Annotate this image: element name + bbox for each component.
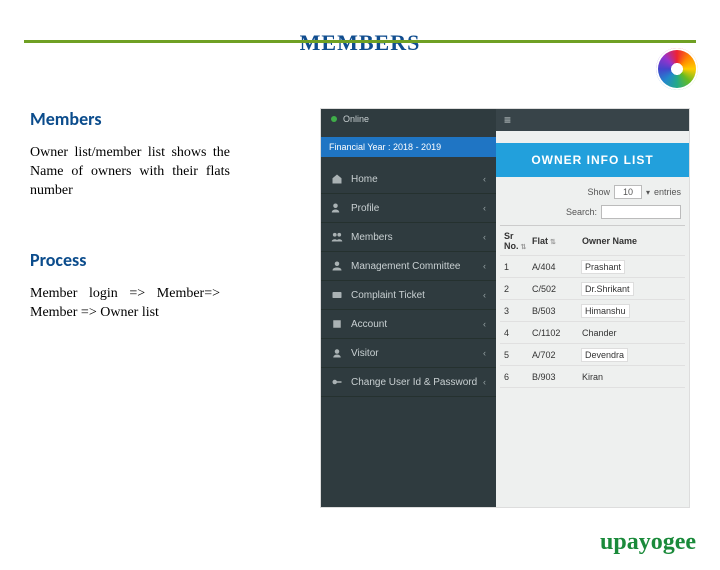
sidebar-item-label: Home: [351, 174, 378, 185]
hamburger-icon[interactable]: ≡: [504, 113, 511, 127]
sidebar-item-label: Change User Id & Password: [351, 377, 477, 388]
main-panel: ≡ OWNER INFO LIST Show 10 ▾ entries Sear…: [496, 109, 689, 507]
online-label: Online: [343, 114, 369, 124]
sidebar-item-management-committee[interactable]: Management Committee ‹: [321, 252, 496, 281]
sidebar-item-label: Complaint Ticket: [351, 290, 425, 301]
sidebar-item-visitor[interactable]: Visitor ‹: [321, 339, 496, 368]
chevron-left-icon: ‹: [483, 261, 486, 271]
cell-flat: B/503: [532, 306, 582, 316]
chevron-left-icon: ‹: [483, 348, 486, 358]
cell-sr: 6: [504, 372, 532, 382]
chevron-left-icon: ‹: [483, 290, 486, 300]
sidebar-item-label: Account: [351, 319, 387, 330]
table-row: 5 A/702 Devendra: [500, 344, 685, 366]
home-icon: [331, 173, 343, 185]
table-row: 2 C/502 Dr.Shrikant: [500, 278, 685, 300]
table-row: 3 B/503 Himanshu: [500, 300, 685, 322]
sidebar-item-account[interactable]: Account ‹: [321, 310, 496, 339]
sidebar-item-members[interactable]: Members ‹: [321, 223, 496, 252]
online-dot-icon: [331, 116, 337, 122]
sidebar-item-complaint-ticket[interactable]: Complaint Ticket ‹: [321, 281, 496, 310]
members-icon: [331, 231, 343, 243]
sort-icon: ⇅: [521, 244, 527, 251]
sidebar-item-label: Members: [351, 232, 393, 243]
dropdown-icon: ▾: [646, 188, 650, 197]
cell-owner: Kiran: [582, 372, 681, 382]
heading-process: Process: [30, 249, 260, 271]
key-icon: [331, 376, 343, 388]
cell-owner: Devendra: [582, 349, 681, 361]
cell-flat: C/502: [532, 284, 582, 294]
cell-owner: Himanshu: [582, 305, 681, 317]
app-screenshot: Online Financial Year : 2018 - 2019 Home…: [320, 108, 690, 508]
entries-label: entries: [654, 187, 681, 197]
cell-sr: 1: [504, 262, 532, 272]
left-column: Members Owner list/member list shows the…: [30, 108, 260, 322]
heading-members: Members: [30, 108, 260, 130]
page-title: MEMBERS: [0, 30, 720, 56]
sidebar-item-label: Profile: [351, 203, 379, 214]
table-header-row: Sr No.⇅ Flat⇅ Owner Name: [500, 226, 685, 256]
entries-select[interactable]: 10: [614, 185, 642, 199]
topbar: ≡: [496, 109, 689, 131]
online-status: Online: [321, 109, 496, 129]
sort-icon: ⇅: [550, 239, 556, 246]
cell-flat: B/903: [532, 372, 582, 382]
brand-logo-icon: [656, 48, 698, 90]
col-flat[interactable]: Flat⇅: [532, 236, 582, 246]
sidebar-item-label: Visitor: [351, 348, 379, 359]
financial-year-banner: Financial Year : 2018 - 2019: [321, 137, 496, 157]
cell-flat: C/1102: [532, 328, 582, 338]
cell-flat: A/404: [532, 262, 582, 272]
sidebar-item-profile[interactable]: Profile ‹: [321, 194, 496, 223]
owner-info-banner: OWNER INFO LIST: [496, 143, 689, 177]
sidebar-item-home[interactable]: Home ‹: [321, 165, 496, 194]
visitor-icon: [331, 347, 343, 359]
top-divider: [24, 40, 696, 43]
cell-owner: Chander: [582, 328, 681, 338]
paragraph-process: Member login => Member=> Member => Owner…: [30, 285, 220, 323]
cell-sr: 5: [504, 350, 532, 360]
committee-icon: [331, 260, 343, 272]
cell-owner: Dr.Shrikant: [582, 283, 681, 295]
search-label: Search:: [566, 207, 597, 217]
paragraph-members: Owner list/member list shows the Name of…: [30, 144, 230, 201]
cell-sr: 3: [504, 306, 532, 316]
cell-flat: A/702: [532, 350, 582, 360]
chevron-left-icon: ‹: [483, 203, 486, 213]
owner-table: Sr No.⇅ Flat⇅ Owner Name 1 A/404 Prashan…: [500, 225, 685, 388]
chevron-left-icon: ‹: [483, 377, 486, 387]
sidebar-item-change-credentials[interactable]: Change User Id & Password ‹: [321, 368, 496, 397]
cell-sr: 2: [504, 284, 532, 294]
account-icon: [331, 318, 343, 330]
sidebar-item-label: Management Committee: [351, 261, 461, 272]
search-input[interactable]: [601, 205, 681, 219]
col-sr[interactable]: Sr No.⇅: [504, 231, 532, 251]
table-row: 1 A/404 Prashant: [500, 256, 685, 278]
users-icon: [331, 202, 343, 214]
ticket-icon: [331, 289, 343, 301]
cell-owner: Prashant: [582, 261, 681, 273]
table-row: 4 C/1102 Chander: [500, 322, 685, 344]
show-label: Show: [587, 187, 610, 197]
chevron-left-icon: ‹: [483, 319, 486, 329]
chevron-left-icon: ‹: [483, 232, 486, 242]
cell-sr: 4: [504, 328, 532, 338]
brand-wordmark: upayogee: [600, 529, 696, 556]
sidebar: Online Financial Year : 2018 - 2019 Home…: [321, 109, 496, 507]
chevron-left-icon: ‹: [483, 174, 486, 184]
table-controls: Show 10 ▾ entries Search:: [496, 185, 689, 225]
table-row: 6 B/903 Kiran: [500, 366, 685, 388]
col-owner[interactable]: Owner Name: [582, 236, 681, 246]
